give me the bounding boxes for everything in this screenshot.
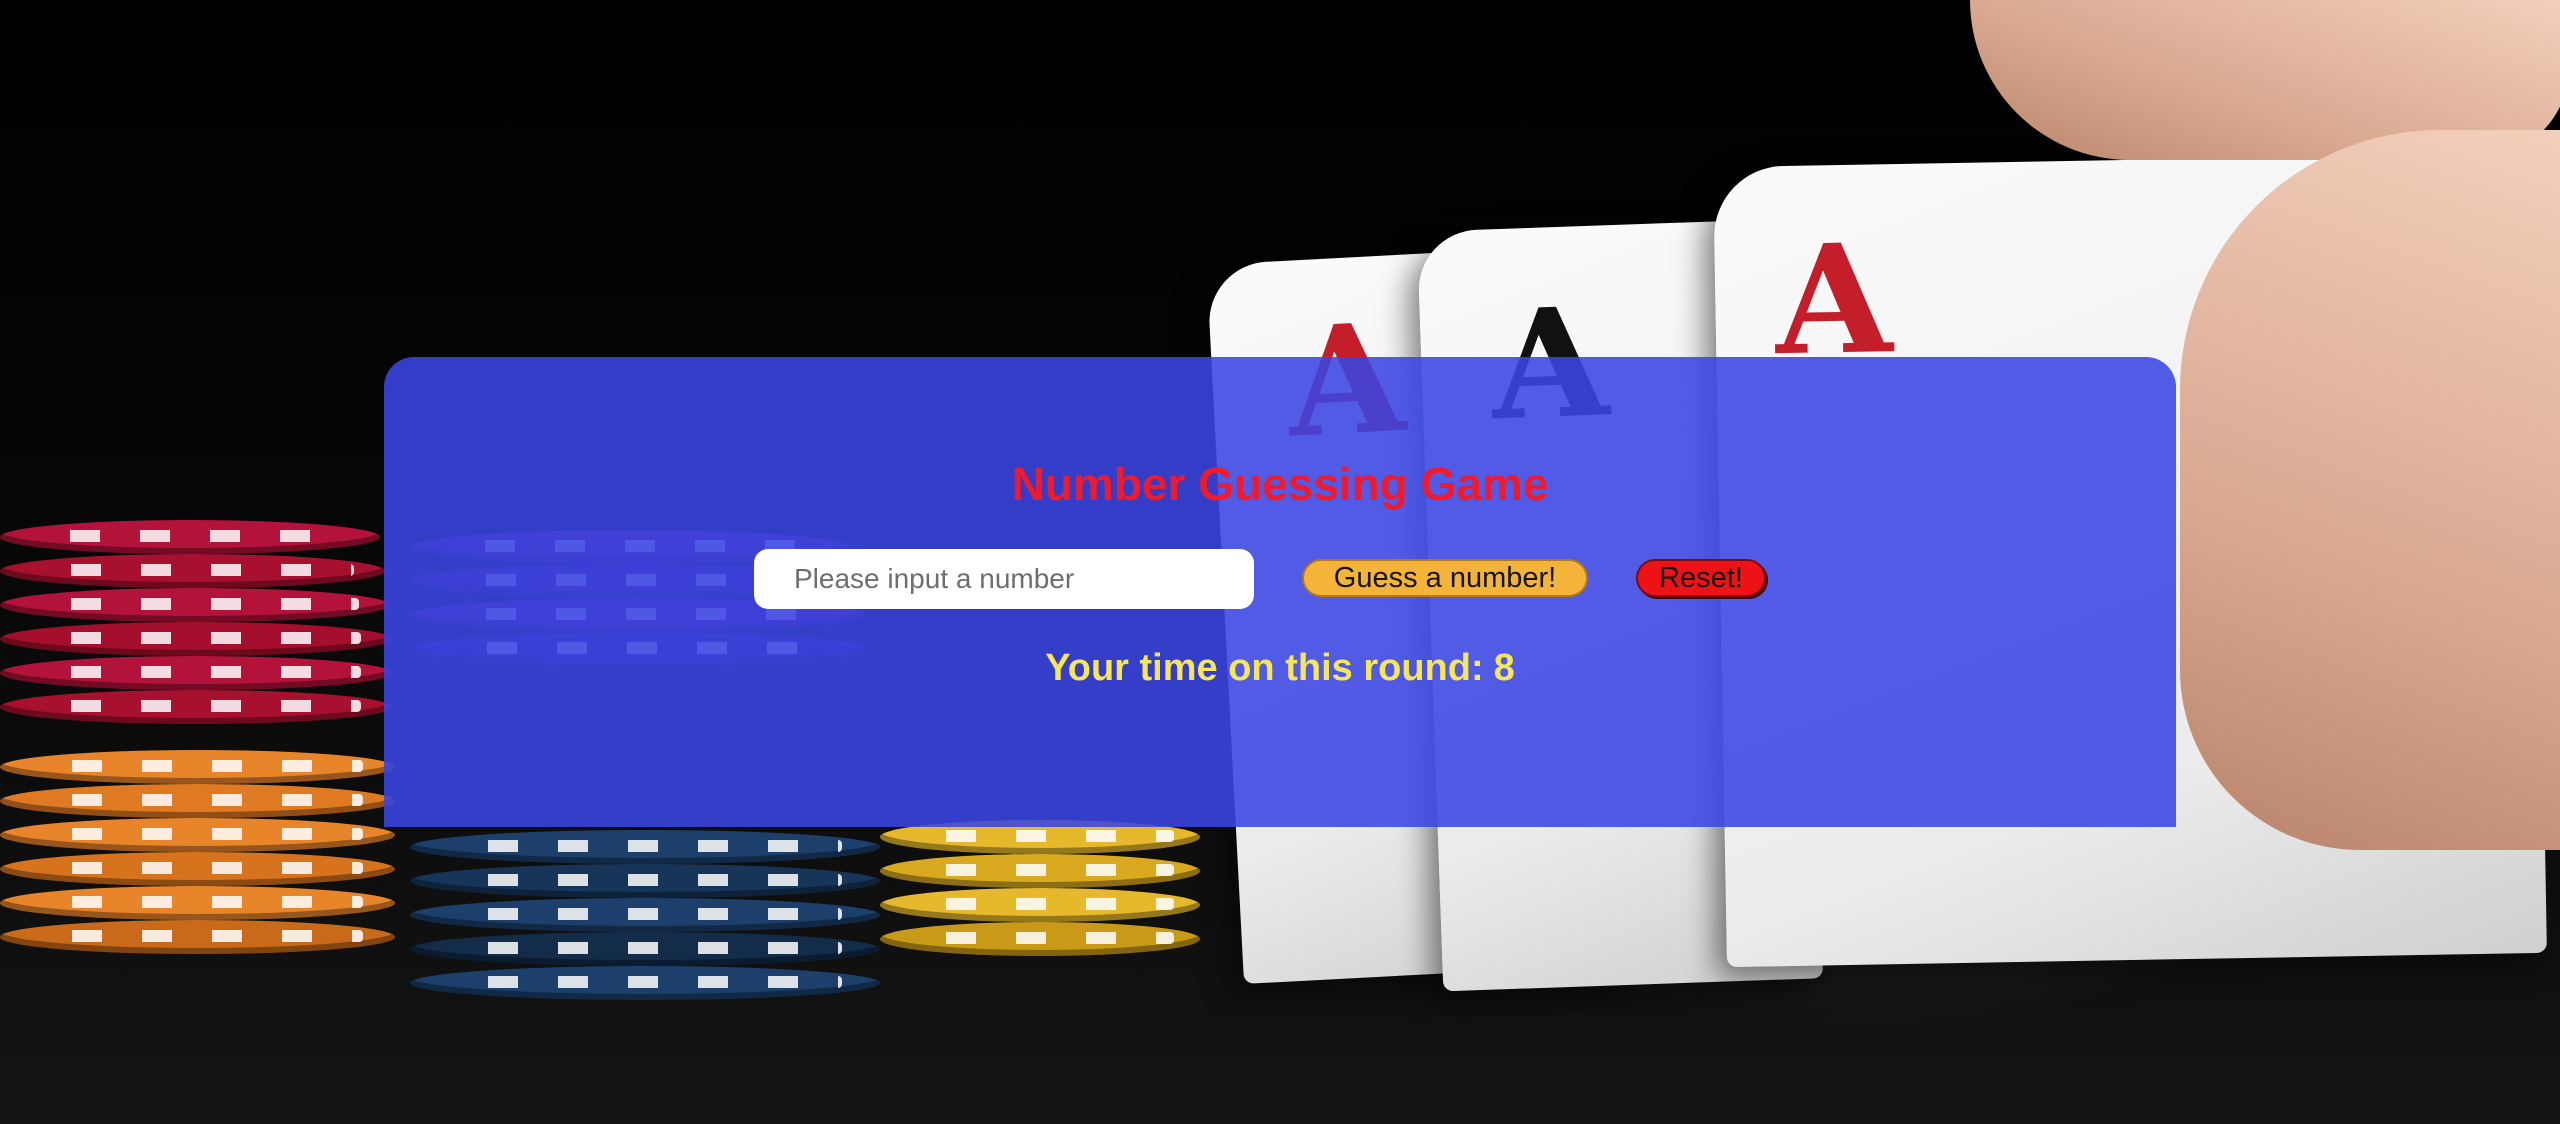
hand-fingers bbox=[2180, 130, 2560, 850]
game-panel: Number Guessing Game Guess a number! Res… bbox=[384, 357, 2176, 827]
game-title: Number Guessing Game bbox=[1011, 458, 1549, 510]
guess-button[interactable]: Guess a number! bbox=[1302, 559, 1588, 597]
page: A A A Number Guessing Game Guess a numbe… bbox=[0, 0, 2560, 1124]
round-time-status: Your time on this round: 8 bbox=[384, 647, 2176, 690]
number-input[interactable] bbox=[754, 549, 1254, 609]
round-time-value: 8 bbox=[1493, 647, 1515, 689]
guess-controls: Guess a number! Reset! bbox=[384, 549, 2176, 609]
round-time-label: Your time on this round: bbox=[1045, 647, 1484, 689]
reset-button[interactable]: Reset! bbox=[1636, 559, 1766, 597]
poker-chips-stack-yellow bbox=[880, 820, 1240, 1020]
poker-chips-icon bbox=[0, 520, 400, 1080]
